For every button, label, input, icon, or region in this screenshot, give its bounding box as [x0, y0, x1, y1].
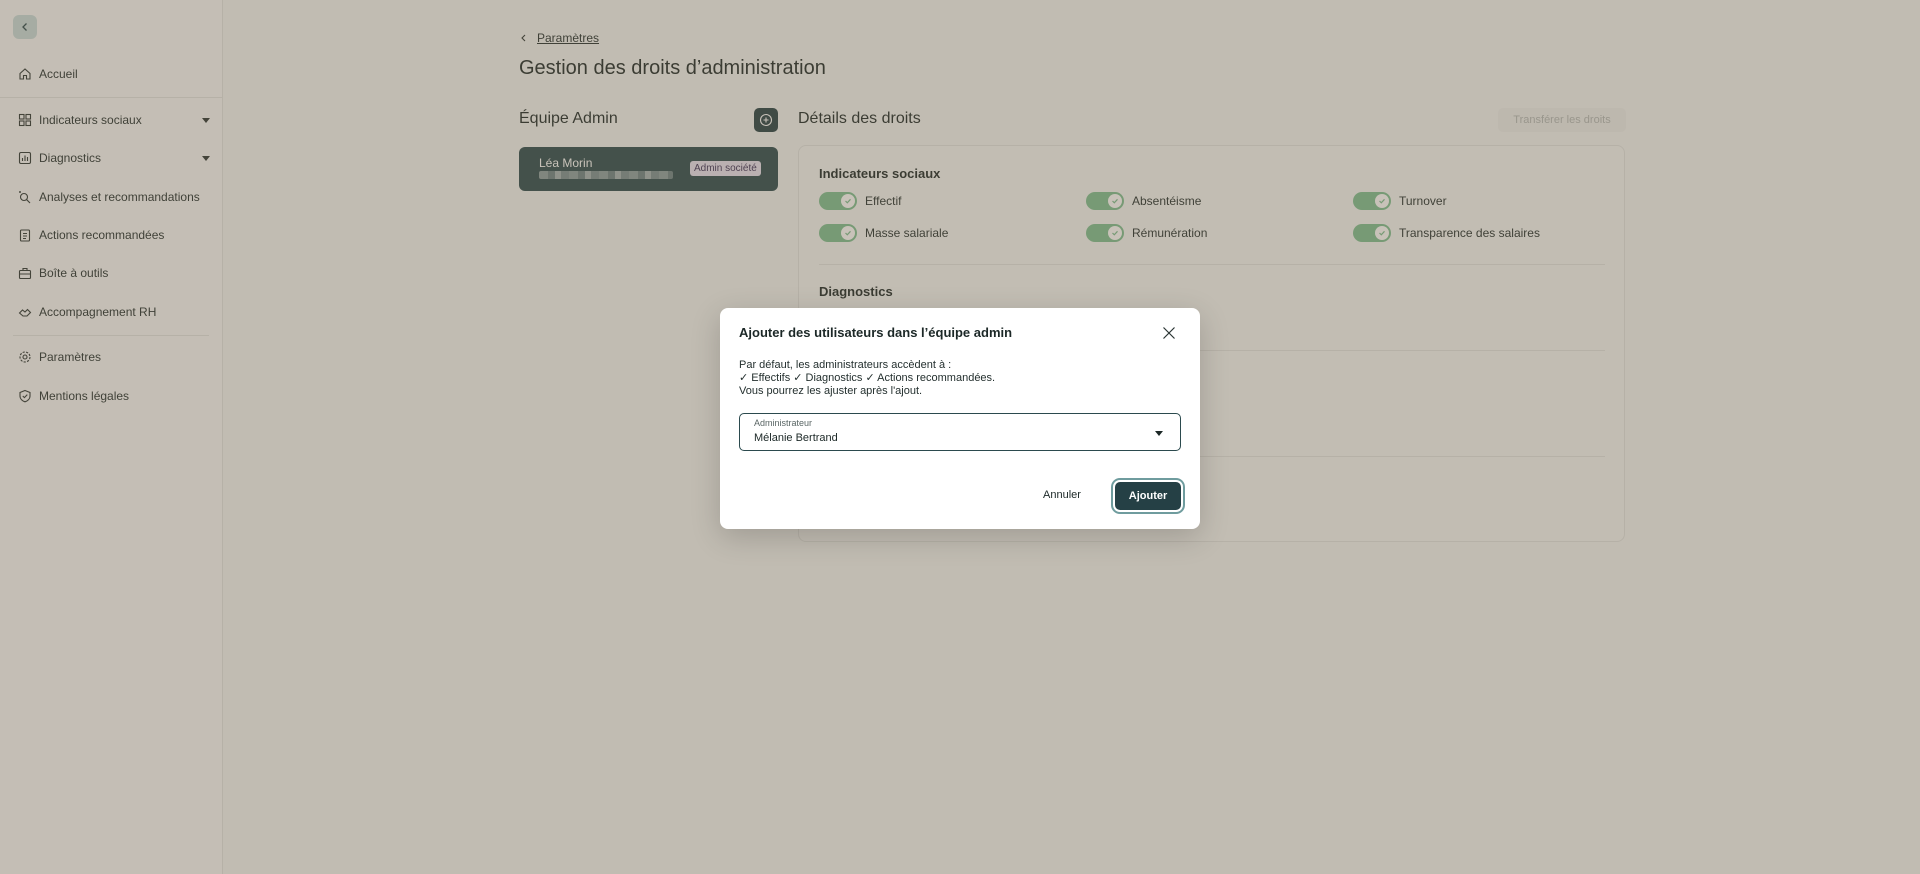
cancel-button[interactable]: Annuler	[1043, 489, 1081, 501]
select-label: Administrateur	[754, 418, 813, 428]
close-modal-button[interactable]	[1160, 324, 1178, 342]
administrator-select[interactable]: Administrateur Mélanie Bertrand	[739, 413, 1181, 451]
modal-description: Par défaut, les administrateurs accèdent…	[739, 359, 995, 398]
submit-add-button[interactable]: Ajouter	[1115, 482, 1181, 510]
add-admin-modal: Ajouter des utilisateurs dans l’équipe a…	[720, 308, 1200, 529]
modal-text-line: Par défaut, les administrateurs accèdent…	[739, 359, 952, 371]
modal-title: Ajouter des utilisateurs dans l’équipe a…	[739, 325, 1013, 340]
modal-text-line: ✓ Effectifs ✓ Diagnostics ✓ Actions reco…	[739, 372, 996, 384]
close-icon	[1163, 327, 1175, 339]
chevron-down-icon	[1155, 431, 1163, 436]
select-value: Mélanie Bertrand	[754, 432, 838, 444]
modal-text-line: Vous pourrez les ajuster après l'ajout.	[739, 385, 923, 397]
